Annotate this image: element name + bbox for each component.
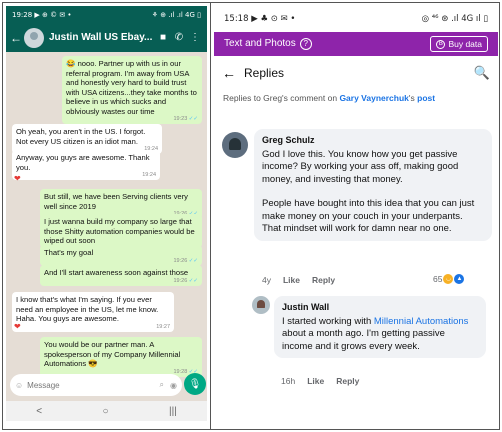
message-incoming[interactable]: I know that's what I'm saying. If you ev…	[12, 292, 174, 332]
nav-home-icon[interactable]: ○	[103, 406, 109, 417]
chat-header: ← Justin Wall US Ebay... ■ ✆ ⋮	[6, 23, 207, 52]
buy-data-button[interactable]: B Buy data	[430, 36, 488, 52]
status-bar: 19:28 ▶ ⊕ © ✉ • ⚘ ⊕ .ıl .ıl 4G ▯	[6, 6, 207, 23]
context-possessive: 's	[408, 93, 418, 103]
search-icon[interactable]: 🔍	[474, 65, 490, 81]
comment-actions: 4y Like Reply	[262, 275, 335, 285]
comment-author[interactable]: Greg Schulz	[262, 134, 484, 147]
phone-icon[interactable]: ✆	[171, 32, 187, 43]
heart-reaction-icon: ❤	[14, 174, 21, 183]
reply-text: about a month ago. I'm getting passive i…	[282, 328, 445, 352]
avatar[interactable]	[24, 27, 44, 48]
message-time: 19:26	[173, 277, 188, 284]
help-icon[interactable]: ?	[299, 38, 312, 50]
reply-time: 16h	[281, 376, 296, 386]
reply-author[interactable]: Justin Wall	[282, 301, 478, 314]
comment-bubble: Greg Schulz God I love this. You know ho…	[254, 129, 492, 241]
message-text: 😂 nooo. Partner up with us in our referr…	[66, 59, 197, 116]
video-call-icon[interactable]: ■	[155, 32, 171, 43]
status-icons: ▶ ♣ ⊙ ✉ •	[251, 14, 296, 24]
haha-reaction-icon: ◡	[443, 274, 454, 284]
reply-context: Replies to Greg's comment on Gary Vayner…	[214, 90, 498, 106]
reply-bubble: Justin Wall I started working with Mille…	[274, 296, 486, 358]
message-text: And I'll start awareness soon against th…	[44, 268, 189, 277]
comment-text: People have bought into this idea that y…	[262, 198, 475, 234]
reaction-count[interactable]: 65 ◡ ▲	[433, 274, 465, 284]
buy-data-label: Buy data	[448, 39, 482, 49]
message-time: 19:26	[173, 257, 188, 264]
post-link[interactable]: post	[417, 93, 435, 103]
avatar[interactable]	[222, 132, 248, 158]
nav-recent-icon[interactable]: |||	[169, 406, 177, 417]
status-right-icons: ◎ ⁴⁶ ⊛ .ıl 4G ıl ▯	[421, 14, 488, 24]
read-ticks-icon: ✓✓	[188, 277, 198, 284]
data-icon: B	[436, 39, 446, 49]
camera-icon[interactable]: ◉	[170, 381, 177, 390]
message-outgoing[interactable]: That's my goal 19:26 ✓✓	[40, 245, 202, 266]
nav-back-icon[interactable]: <	[36, 406, 42, 417]
whatsapp-panel: 19:28 ▶ ⊕ © ✉ • ⚘ ⊕ .ıl .ıl 4G ▯ ← Justi…	[6, 6, 207, 421]
like-button[interactable]: Like	[307, 376, 324, 386]
like-button[interactable]: Like	[283, 275, 300, 285]
read-ticks-icon: ✓✓	[188, 116, 198, 122]
reply-button[interactable]: Reply	[312, 275, 335, 285]
message-time: 19:23	[173, 116, 188, 122]
mic-icon: 🎙	[188, 378, 202, 390]
message-outgoing[interactable]: And I'll start awareness soon against th…	[40, 265, 202, 286]
message-text: I know that's what I'm saying. If you ev…	[16, 295, 159, 323]
menu-icon[interactable]: ⋮	[187, 32, 203, 43]
mic-button[interactable]: 🎙	[184, 373, 206, 395]
message-text: That's my goal	[44, 248, 94, 257]
emoji-icon[interactable]: ☺	[15, 381, 23, 390]
message-time: 19:24	[142, 172, 156, 178]
message-time: 19:27	[156, 323, 170, 330]
message-placeholder[interactable]: Message	[27, 381, 159, 390]
reply-text: I started working with	[282, 315, 374, 327]
avatar[interactable]	[252, 296, 270, 314]
status-right-icons: ⚘ ⊕ .ıl .ıl 4G ▯	[151, 10, 201, 19]
company-link[interactable]: Millennial Automations	[374, 316, 469, 327]
page-title: Replies	[244, 66, 285, 80]
back-arrow-icon[interactable]: ←	[222, 65, 244, 81]
message-outgoing[interactable]: You would be our partner man. A spokespe…	[40, 337, 202, 377]
message-outgoing[interactable]: I just wanna build my company so large t…	[40, 214, 202, 248]
replies-header: ← Replies 🔍	[214, 56, 498, 90]
heart-reaction-icon: ❤	[14, 322, 21, 331]
post-author-link[interactable]: Gary Vaynerchuk	[339, 93, 408, 103]
reply-button[interactable]: Reply	[336, 376, 359, 386]
comment-time: 4y	[262, 275, 271, 285]
status-icons: ▶ ⊕ © ✉ •	[34, 10, 72, 19]
status-time: 19:28	[12, 10, 33, 19]
message-text: I just wanna build my company so large t…	[44, 217, 195, 245]
data-mode-banner: Text and Photos? B Buy data	[214, 32, 498, 56]
attach-icon[interactable]: ⌕	[160, 380, 164, 390]
reply-actions: 16h Like Reply	[281, 376, 359, 386]
android-nav-bar: < ○ |||	[6, 401, 207, 421]
message-time: 19:28	[173, 368, 188, 375]
contact-name[interactable]: Justin Wall US Ebay...	[49, 32, 155, 43]
chat-area: 😂 nooo. Partner up with us in our referr…	[6, 52, 207, 377]
like-reaction-icon: ▲	[454, 274, 465, 284]
comment-text: God I love this. You know how you get pa…	[262, 148, 459, 185]
message-incoming[interactable]: Anyway, you guys are awesome. Thank you.…	[12, 150, 160, 180]
context-prefix: Replies to Greg's comment on	[223, 93, 340, 103]
message-outgoing[interactable]: 😂 nooo. Partner up with us in our referr…	[62, 56, 202, 124]
back-arrow-icon[interactable]: ←	[10, 31, 22, 45]
message-text: But still, we have been Serving clients …	[44, 192, 188, 211]
read-ticks-icon: ✓✓	[188, 257, 198, 264]
banner-label: Text and Photos	[224, 38, 296, 49]
reaction-total: 65	[433, 274, 443, 284]
message-text: You would be our partner man. A spokespe…	[44, 340, 181, 368]
message-text: Anyway, you guys are awesome. Thank you.	[16, 153, 150, 172]
status-bar: 15:18 ▶ ♣ ⊙ ✉ • ◎ ⁴⁶ ⊛ .ıl 4G ıl ▯	[214, 6, 498, 32]
panel-divider	[210, 2, 211, 430]
status-time: 15:18	[224, 14, 249, 24]
message-text: Oh yeah, you aren't in the US. I forgot.…	[16, 127, 146, 146]
message-input[interactable]: ☺ Message ⌕ ◉	[10, 374, 182, 396]
facebook-panel: 15:18 ▶ ♣ ⊙ ✉ • ◎ ⁴⁶ ⊛ .ıl 4G ıl ▯ Text …	[214, 6, 498, 424]
